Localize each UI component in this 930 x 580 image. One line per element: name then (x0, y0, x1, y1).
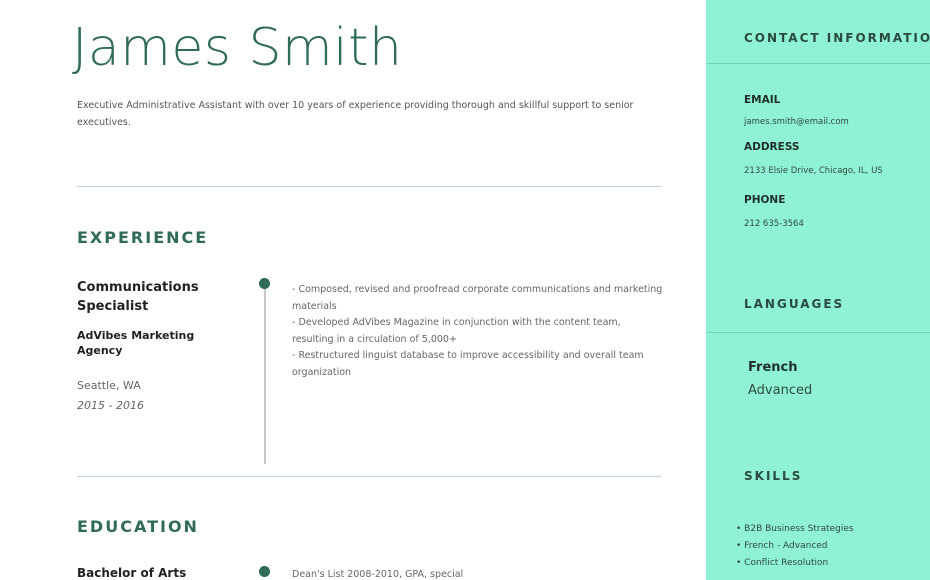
skills-list: • B2B Business Strategies • French - Adv… (736, 521, 854, 572)
language-level: Advanced (748, 383, 813, 398)
divider (77, 186, 661, 187)
experience-heading: EXPERIENCE (77, 228, 209, 247)
contact-heading: CONTACT INFORMATION (744, 31, 930, 45)
timeline-line (264, 284, 266, 464)
job-bullet: - Restructured linguist database to impr… (292, 350, 644, 378)
resume-main: James Smith Executive Administrative Ass… (0, 0, 706, 580)
skill-item: • B2B Business Strategies (736, 524, 854, 534)
email-value: james.smith@email.com (744, 117, 849, 127)
sidebar-divider (706, 63, 930, 64)
timeline-dot (259, 566, 270, 577)
sidebar-divider (706, 332, 930, 333)
divider (77, 476, 661, 477)
timeline-dot (259, 278, 270, 289)
job-bullet: - Developed AdVibes Magazine in conjunct… (292, 317, 621, 345)
job-dates: 2015 - 2016 (77, 399, 144, 412)
job-bullets: - Composed, revised and proofread corpor… (292, 282, 664, 381)
address-label: ADDRESS (744, 141, 800, 153)
education-degree: Bachelor of Arts (77, 566, 187, 580)
resume-name: James Smith (72, 18, 403, 78)
job-company: AdVibes Marketing Agency (77, 329, 195, 357)
address-value: 2133 Elsie Drive, Chicago, IL, US (744, 166, 883, 176)
languages-heading: LANGUAGES (744, 297, 845, 311)
resume-sidebar: CONTACT INFORMATION EMAIL james.smith@em… (706, 0, 930, 580)
education-detail: Dean's List 2008-2010, GPA, special (292, 569, 464, 580)
phone-value: 212 635-3564 (744, 219, 804, 229)
job-bullet: - Composed, revised and proofread corpor… (292, 284, 663, 312)
language-name: French (748, 360, 798, 375)
skills-heading: SKILLS (744, 469, 803, 483)
resume-summary: Executive Administrative Assistant with … (77, 100, 634, 128)
skill-item: • French - Advanced (736, 541, 828, 551)
job-title: Communications Specialist (77, 280, 199, 314)
skill-item: • Conflict Resolution (736, 558, 829, 568)
job-location: Seattle, WA (77, 379, 141, 392)
phone-label: PHONE (744, 194, 786, 206)
email-label: EMAIL (744, 94, 781, 106)
education-heading: EDUCATION (77, 517, 199, 536)
